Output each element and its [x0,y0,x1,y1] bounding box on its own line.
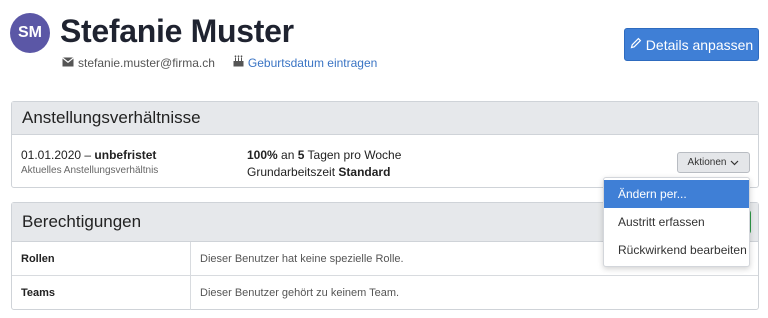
details-button[interactable]: Details anpassen [624,28,759,61]
birthday-link-label[interactable]: Geburtsdatum eintragen [248,56,377,70]
actions-dropdown-menu: Ändern per... Austritt erfassen Rückwirk… [603,177,750,267]
base-worktime-label: Grundarbeitszeit [247,165,339,179]
workload-text: 100% an 5 Tagen pro Woche [247,148,401,162]
employment-panel: Anstellungsverhältnisse 01.01.2020 – unb… [11,101,759,188]
actions-button[interactable]: Aktionen [677,152,750,173]
base-worktime-value: Standard [338,165,391,179]
details-button-label: Details anpassen [645,36,754,53]
user-name: Stefanie Muster [60,13,294,49]
row-value: Dieser Benutzer gehört zu keinem Team. [200,287,400,299]
employment-panel-title: Anstellungsverhältnisse [12,102,758,135]
menu-item-retroactive[interactable]: Rückwirkend bearbeiten [604,236,749,264]
date-separator: – [81,148,95,162]
chevron-down-icon [730,158,739,168]
email-text: stefanie.muster@firma.ch [78,55,215,70]
menu-item-exit[interactable]: Austritt erfassen [604,208,749,236]
date-start: 01.01.2020 [21,148,82,162]
table-row: Teams Dieser Benutzer gehört zu keinem T… [12,276,758,310]
birthday-link[interactable]: Geburtsdatum eintragen [233,55,377,70]
row-label: Rollen [12,242,191,275]
cake-icon [233,55,244,70]
pencil-icon [630,37,642,52]
date-end: unbefristet [94,148,157,162]
row-label: Teams [12,276,191,310]
employment-dates: 01.01.2020 – unbefristet [21,148,156,162]
envelope-icon [62,56,74,70]
actions-button-label: Aktionen [687,157,727,168]
contact-info: stefanie.muster@firma.ch Geburtsdatum ei… [62,55,377,70]
workload-percent: 100% [247,148,278,162]
workload-suffix: Tagen pro Woche [304,148,402,162]
menu-item-change[interactable]: Ändern per... [604,180,749,208]
employment-subtitle: Aktuelles Anstellungsverhältnis [21,165,159,176]
row-value: Dieser Benutzer hat keine spezielle Roll… [200,252,404,265]
workload-mid: an [277,148,298,162]
base-worktime: Grundarbeitszeit Standard [247,165,390,179]
avatar: SM [10,13,50,53]
